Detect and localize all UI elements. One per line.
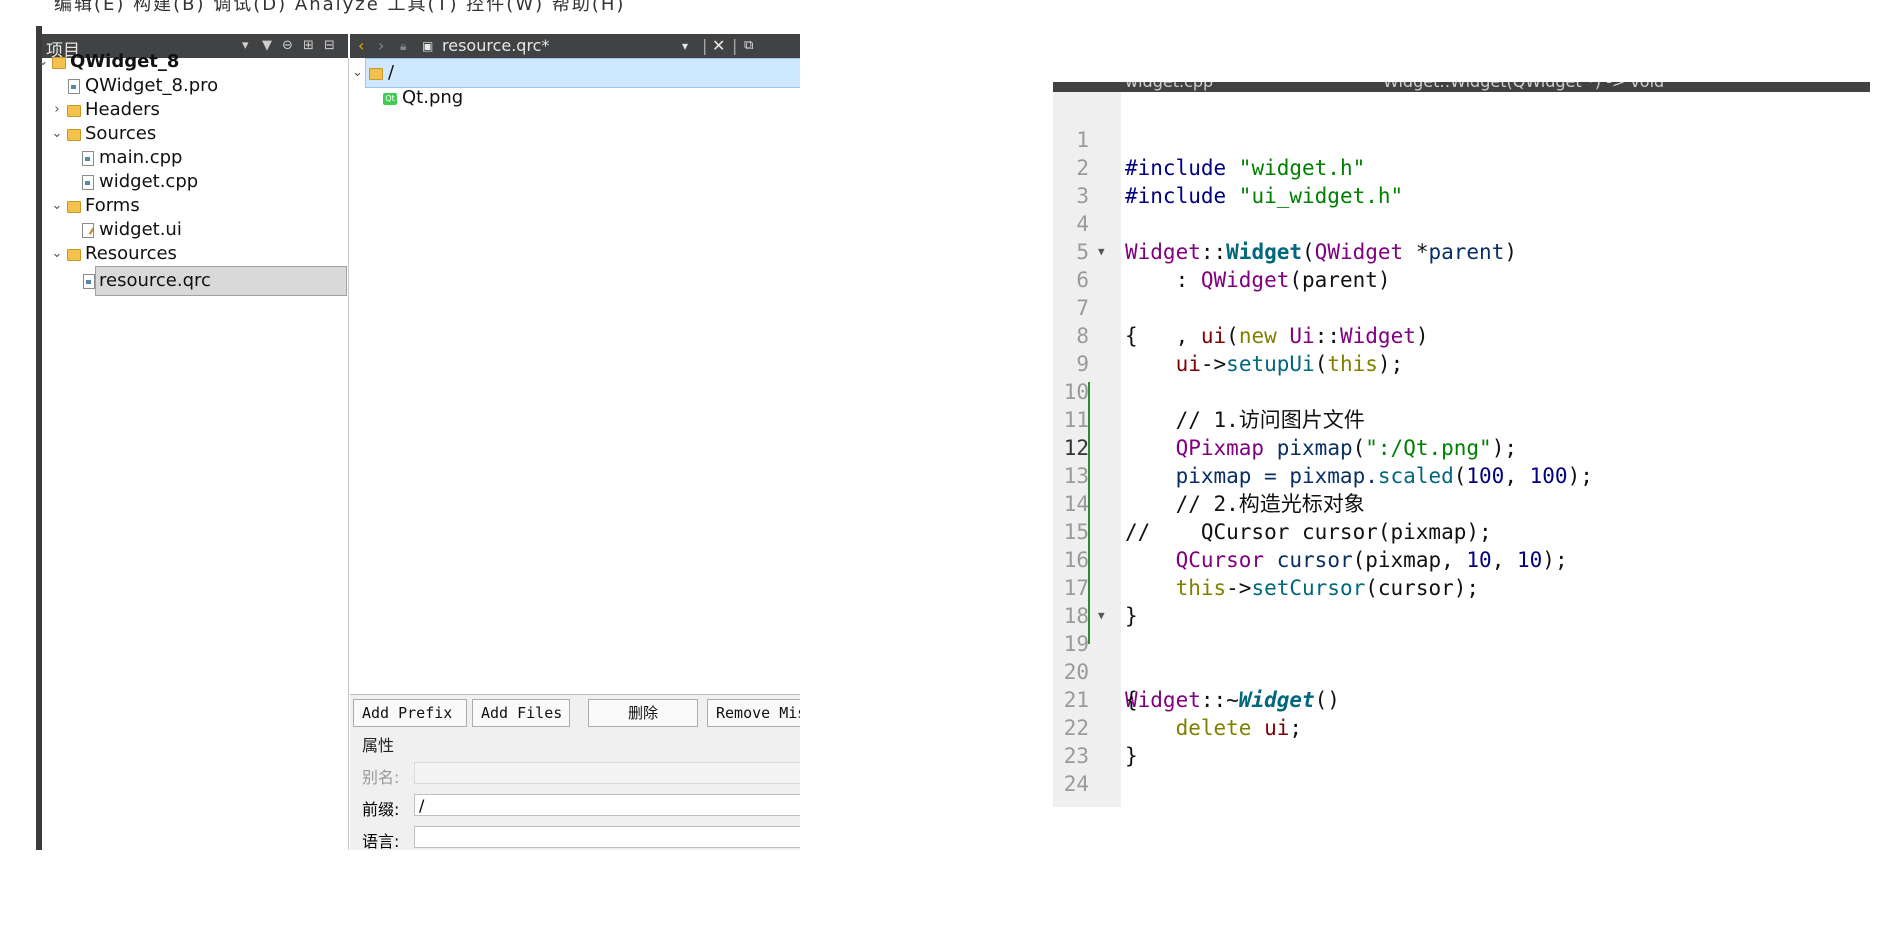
code-editor: widget.cpp Widget::Widget(QWidget *) -> …	[1053, 82, 1870, 807]
code-line[interactable]: 22 }	[1053, 686, 1870, 768]
qt-logo-icon: Qt	[383, 93, 397, 105]
divider: |	[732, 36, 738, 55]
remove-missing-button[interactable]: Remove Mis	[707, 699, 800, 727]
folder-icon	[67, 249, 81, 261]
menu-bar-text: 编辑(E) 构建(B) 调试(D) Analyze 工具(T) 控件(W) 帮助…	[54, 0, 626, 15]
code-line[interactable]: 9	[1053, 322, 1870, 376]
fold-arrow-icon[interactable]: ▼	[1098, 238, 1105, 266]
code-line[interactable]: 4 Widget::Widget(QWidget *parent)	[1053, 182, 1870, 264]
pro-file-icon	[68, 79, 80, 94]
prefix-input[interactable]: /	[414, 794, 800, 816]
qrc-file-icon: ▣	[422, 39, 434, 53]
lock-icon: 🔒︎	[400, 39, 407, 53]
code-line[interactable]: 17 }	[1053, 546, 1870, 628]
project-tree: ⌄ QWidget_8 QWidget_8.pro › Headers ⌄ So…	[38, 51, 349, 850]
code-line[interactable]: 1 #include "widget.h"	[1053, 98, 1870, 180]
line-number: 24	[1063, 772, 1089, 796]
qrc-file-icon	[83, 274, 95, 289]
code-line[interactable]: 6 ▼ , ui(new Ui::Widget)	[1053, 238, 1870, 348]
folder-icon	[67, 105, 81, 117]
properties-group-title: 属性	[362, 736, 395, 755]
menu-bar-fragment: 编辑(E) 构建(B) 调试(D) Analyze 工具(T) 控件(W) 帮助…	[36, 0, 800, 26]
prefix-label: 前缀:	[362, 800, 400, 819]
delete-button[interactable]: 删除	[588, 699, 698, 727]
resource-tree: ⌄ / Qt Qt.png	[350, 58, 800, 694]
code-line[interactable]: 3	[1053, 154, 1870, 208]
code-line[interactable]: 13 // 2.构造光标对象	[1053, 434, 1870, 516]
alias-input[interactable]	[414, 762, 800, 784]
resource-file-row[interactable]: Qt Qt.png	[380, 84, 580, 112]
editor-tab-bar: widget.cpp Widget::Widget(QWidget *) -> …	[1053, 82, 1870, 92]
code-line[interactable]: 15 QCursor cursor(pixmap, 10, 10);	[1053, 490, 1870, 572]
language-input[interactable]	[414, 826, 800, 848]
code-line[interactable]: 19 ▼ Widget::~Widget()	[1053, 602, 1870, 712]
folder-icon	[67, 129, 81, 141]
tree-item-resources[interactable]: ⌄ Resources	[42, 240, 348, 268]
add-files-button[interactable]: Add Files	[472, 699, 570, 727]
code-line[interactable]: 8 ui->setupUi(this);	[1053, 294, 1870, 376]
editor-function-name[interactable]: Widget::Widget(QWidget *) -> void	[1383, 82, 1664, 91]
code-line[interactable]: 24	[1053, 742, 1870, 796]
qt-creator-window: 编辑(E) 构建(B) 调试(D) Analyze 工具(T) 控件(W) 帮助…	[0, 0, 800, 850]
chevron-down-icon[interactable]: ⌄	[352, 59, 363, 87]
split-editor-icon[interactable]: ⧉	[744, 38, 753, 53]
properties-group: 属性 别名: 前缀: / 语言:	[350, 728, 800, 850]
resource-button-bar: Add Prefix Add Files 删除 Remove Mis	[350, 694, 800, 729]
editor-file-name[interactable]: widget.cpp	[1125, 82, 1213, 91]
chevron-down-icon[interactable]: ⌄	[50, 240, 64, 268]
language-label: 语言:	[362, 832, 400, 850]
code-line[interactable]: 20 {	[1053, 630, 1870, 712]
back-arrow-icon[interactable]: ‹	[358, 36, 364, 55]
folder-icon	[67, 201, 81, 213]
language-row: 语言:	[362, 826, 800, 850]
alias-row: 别名:	[362, 762, 800, 788]
resource-prefix-label: /	[388, 62, 395, 83]
divider: |	[702, 36, 708, 55]
forward-arrow-icon[interactable]: ›	[378, 36, 384, 55]
cpp-file-icon	[82, 175, 94, 190]
code-line[interactable]: 18	[1053, 574, 1870, 628]
code-line[interactable]: 7 {	[1053, 266, 1870, 348]
dropdown-arrow-icon[interactable]: ▾	[682, 39, 688, 53]
alias-label: 别名:	[362, 768, 400, 787]
add-prefix-button[interactable]: Add Prefix	[353, 699, 467, 727]
code-line[interactable]: 16 this->setCursor(cursor);	[1053, 518, 1870, 600]
project-folder-icon	[52, 57, 66, 69]
cpp-file-icon	[82, 151, 94, 166]
code-line[interactable]: 21 delete ui;	[1053, 658, 1870, 740]
prefix-folder-icon	[369, 68, 383, 80]
open-document-name[interactable]: resource.qrc*	[442, 36, 549, 55]
fold-arrow-icon[interactable]: ▼	[1098, 602, 1105, 630]
resource-file-label: Qt.png	[402, 87, 464, 108]
ui-file-icon	[82, 223, 94, 238]
prefix-row: 前缀: /	[362, 794, 800, 820]
code-line[interactable]: 11 QPixmap pixmap(":/Qt.png");	[1053, 378, 1870, 460]
tree-item-label: Resources	[85, 243, 177, 264]
code-line[interactable]: 10 // 1.访问图片文件	[1053, 350, 1870, 432]
code-line[interactable]: 12 pixmap = pixmap.scaled(100, 100);	[1053, 406, 1870, 488]
tree-item-label: resource.qrc	[99, 270, 211, 291]
code-line[interactable]: 5 : QWidget(parent)	[1053, 210, 1870, 292]
editor-toolbar: ‹ › 🔒︎ ▣ resource.qrc* ▾ | ✕ | ⧉	[350, 34, 800, 58]
code-line[interactable]: 14 // QCursor cursor(pixmap);	[1053, 462, 1870, 544]
close-document-icon[interactable]: ✕	[712, 36, 725, 55]
code-line[interactable]: 2 #include "ui_widget.h"	[1053, 126, 1870, 208]
tree-item-resource-qrc[interactable]: resource.qrc	[83, 266, 347, 296]
code-line[interactable]: 23	[1053, 714, 1870, 768]
